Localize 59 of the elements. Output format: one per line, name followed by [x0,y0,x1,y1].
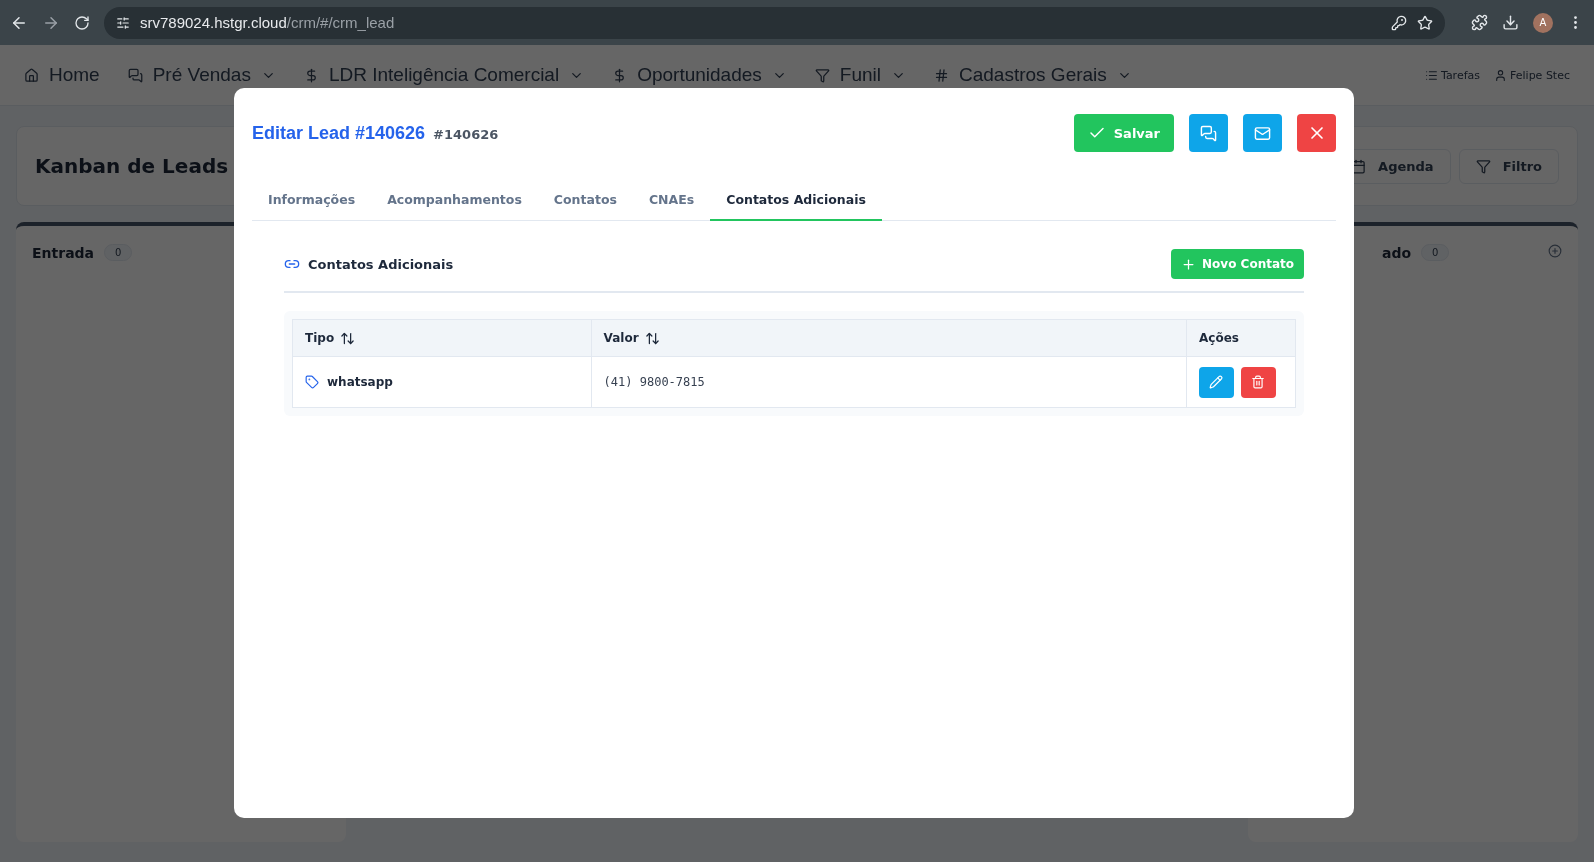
edit-button[interactable] [1199,366,1234,398]
profile-avatar[interactable]: A [1533,12,1553,33]
column-header: Ações [1186,319,1296,357]
trash-icon [1251,375,1266,389]
mail-icon [1254,124,1271,142]
section-title: Contatos Adicionais [308,256,454,272]
tab[interactable]: Informações [252,182,372,221]
plus-icon [1181,256,1197,272]
tab[interactable]: CNAEs [632,182,711,221]
page-title: Kanban de Leads [35,154,229,178]
column-header[interactable]: Valor [591,319,1187,357]
chat-icon [127,67,143,83]
nav-item[interactable]: Home [24,64,100,86]
home-icon [24,67,39,83]
pencil-icon [1209,375,1224,389]
hash-icon [934,67,949,83]
new-contact-button[interactable]: Novo Contato [1171,249,1304,279]
url-text: srv789024.hstgr.cloud/crm/#/crm_lead [140,14,395,31]
tab[interactable]: Acompanhamentos [371,182,538,221]
calendar-icon [1351,158,1367,174]
site-settings-icon[interactable] [116,15,130,30]
nav-item[interactable]: Funil [814,64,906,86]
delete-button[interactable] [1241,366,1276,398]
address-bar[interactable]: srv789024.hstgr.cloud/crm/#/crm_lead [104,6,1445,39]
extensions-icon[interactable] [1471,14,1488,31]
table-cell: (41) 9800-7815 [591,356,1187,408]
tab[interactable]: Contatos [537,182,633,221]
lead-id: #140626 [433,126,499,142]
tag-icon [305,375,319,389]
filter-icon [1475,158,1491,174]
funnel-icon [814,67,830,83]
modal-title: Editar Lead #140626 [252,122,426,144]
tasks-link[interactable]: Tarefas [1425,68,1481,82]
tab[interactable]: Contatos Adicionais [710,182,882,221]
column-title: ado [1382,244,1412,261]
list-icon [1425,68,1438,82]
download-icon[interactable] [1502,14,1519,31]
column-header[interactable]: Tipo [292,319,592,357]
reload-icon[interactable] [74,14,90,31]
star-icon[interactable] [1417,14,1433,31]
column-title: Entrada [32,244,95,261]
close-button[interactable] [1297,114,1336,152]
email-button[interactable] [1243,114,1282,152]
user-icon [1494,68,1508,82]
save-button[interactable]: Salvar [1073,114,1174,152]
user-menu[interactable]: Felipe Stec [1494,68,1570,82]
count-badge: 0 [1421,244,1450,261]
count-badge: 0 [104,244,133,261]
chat-icon [1200,124,1217,142]
nav-item[interactable]: Cadastros Gerais [934,64,1132,86]
table-cell: whatsapp [292,356,592,408]
chat-button[interactable] [1189,114,1228,152]
nav-item[interactable]: Pré Vendas [127,64,276,86]
sort-icon[interactable] [340,330,356,346]
nav-item[interactable]: LDR Inteligência Comercial [303,64,585,86]
nav-item[interactable]: Oportunidades [612,64,787,86]
sort-icon[interactable] [644,330,660,346]
header-button[interactable]: Filtro [1458,148,1559,184]
key-icon[interactable] [1391,14,1407,31]
